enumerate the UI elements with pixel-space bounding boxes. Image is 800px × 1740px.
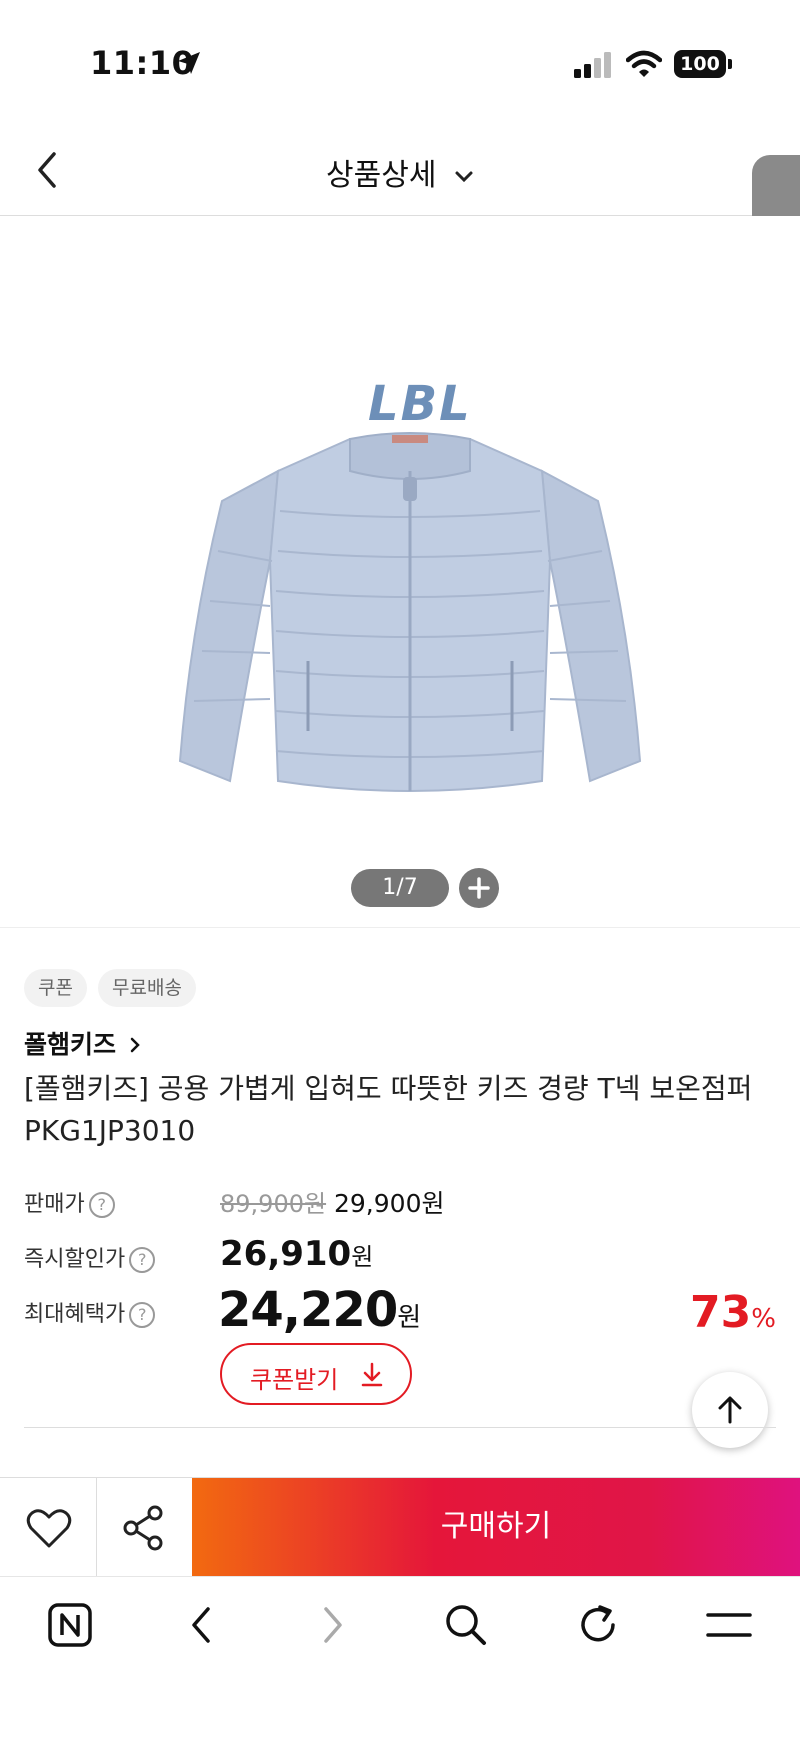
menu-icon[interactable]: [706, 1609, 752, 1641]
arrow-up-icon: [718, 1396, 742, 1424]
instant-discount-price: 26,910원: [220, 1234, 374, 1274]
page-title-dropdown[interactable]: 상품상세: [0, 150, 800, 194]
buy-now-button[interactable]: 구매하기: [192, 1478, 800, 1576]
instant-discount-label: 즉시할인가?: [24, 1241, 156, 1273]
max-benefit-label: 최대혜택가?: [24, 1296, 156, 1328]
help-icon[interactable]: ?: [88, 1192, 115, 1218]
image-expand-button[interactable]: [459, 868, 499, 908]
wifi-icon: [626, 50, 662, 77]
tag-coupon: 쿠폰: [24, 969, 87, 1007]
brand-link[interactable]: 폴햄키즈: [24, 1025, 141, 1061]
divider: [24, 1427, 776, 1428]
coupon-button-label: 쿠폰받기: [250, 1366, 339, 1394]
product-title: [폴햄키즈] 공용 가볍게 입혀도 따뜻한 키즈 경량 T넥 보온점퍼 PKG1…: [24, 1072, 753, 1147]
tag-free-shipping: 무료배송: [98, 969, 196, 1007]
download-icon: [361, 1362, 383, 1387]
heart-icon: [26, 1509, 72, 1548]
battery-icon: 100: [674, 50, 726, 78]
browser-forward-icon: [324, 1607, 342, 1643]
browser-toolbar: [0, 1576, 800, 1740]
plus-icon: [468, 877, 490, 899]
chevron-down-icon: [455, 171, 473, 182]
product-image: [178, 432, 642, 792]
coupon-download-button[interactable]: 쿠폰받기: [220, 1343, 412, 1405]
share-button[interactable]: [96, 1478, 193, 1576]
page-header: 상품상세: [0, 120, 800, 216]
page-title: 상품상세: [326, 158, 437, 193]
browser-back-icon[interactable]: [188, 1605, 214, 1645]
original-price: 89,900원: [220, 1190, 327, 1218]
location-arrow-icon: [178, 52, 200, 74]
product-image-carousel[interactable]: LBL: [0, 216, 800, 926]
refresh-icon[interactable]: [576, 1603, 620, 1647]
image-counter: 1/7: [351, 869, 449, 907]
wishlist-button[interactable]: [0, 1478, 97, 1576]
search-icon[interactable]: [444, 1603, 488, 1647]
discount-rate: 73%: [690, 1287, 776, 1338]
chevron-right-icon: [130, 1037, 140, 1053]
scroll-to-top-button[interactable]: [692, 1372, 768, 1448]
divider: [0, 927, 800, 928]
brand-logo: LBL: [368, 376, 472, 432]
share-icon: [123, 1505, 163, 1551]
help-icon[interactable]: ?: [129, 1247, 156, 1273]
max-benefit-price: 24,220원: [218, 1282, 422, 1338]
battery-tip: [728, 59, 732, 69]
signal-icon: [574, 52, 611, 78]
sale-price-label: 판매가?: [24, 1186, 115, 1218]
sale-price: 29,900원: [334, 1189, 445, 1218]
naver-home-icon[interactable]: [48, 1603, 92, 1647]
brand-name: 폴햄키즈: [24, 1030, 117, 1059]
purchase-action-bar: 구매하기: [0, 1477, 800, 1576]
help-icon[interactable]: ?: [129, 1302, 156, 1328]
